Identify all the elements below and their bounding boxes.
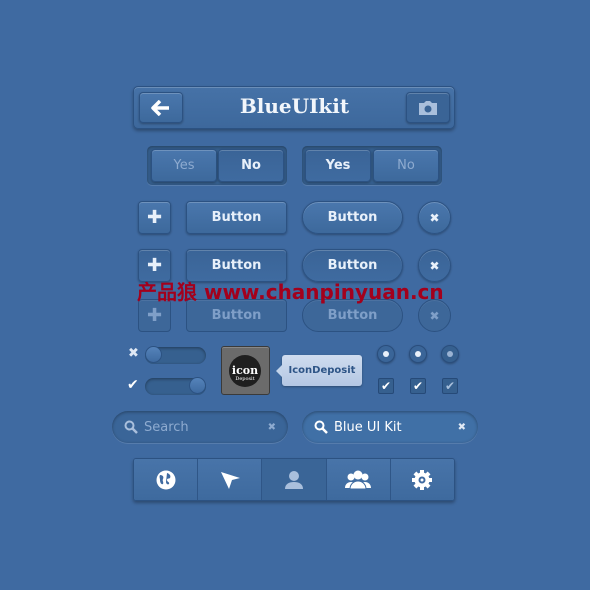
paper-plane-icon xyxy=(220,471,240,489)
tab-send[interactable] xyxy=(198,459,263,500)
arrow-left-icon xyxy=(151,99,169,116)
check-icon: ✔ xyxy=(127,377,139,393)
user-icon xyxy=(285,470,303,489)
toggle-on[interactable] xyxy=(145,377,206,395)
watermark: 产品狼 www.chanpinyuan.cn xyxy=(137,280,444,304)
plus-icon: ✚ xyxy=(146,207,163,228)
gear-icon xyxy=(412,469,433,490)
toggle-off[interactable] xyxy=(145,346,206,364)
radio-2[interactable] xyxy=(409,345,427,363)
clear-icon[interactable]: ✖ xyxy=(458,422,466,433)
search-field-filled[interactable]: Blue UI Kit ✖ xyxy=(302,411,478,443)
tab-profile[interactable] xyxy=(262,459,327,500)
segment-no[interactable]: No xyxy=(218,149,284,182)
search-icon xyxy=(314,420,328,434)
icon-deposit-logo: icon Deposit xyxy=(221,346,270,395)
clear-icon[interactable]: ✖ xyxy=(268,422,276,433)
radio-1[interactable] xyxy=(377,345,395,363)
checkbox-3[interactable]: ✔ xyxy=(442,378,458,394)
tab-group[interactable] xyxy=(326,459,391,500)
globe-icon xyxy=(156,470,176,489)
add-button[interactable]: ✚ xyxy=(138,201,171,234)
checkbox-1[interactable]: ✔ xyxy=(378,378,394,394)
search-input[interactable]: Blue UI Kit xyxy=(334,420,458,435)
plus-icon: ✚ xyxy=(146,305,163,326)
close-icon: ✖ xyxy=(429,210,440,225)
camera-icon xyxy=(419,100,437,115)
users-icon xyxy=(345,470,372,489)
pill-button[interactable]: Button xyxy=(302,201,403,234)
close-icon: ✖ xyxy=(429,308,440,323)
x-icon: ✖ xyxy=(128,346,139,361)
tooltip-text: IconDeposit xyxy=(288,365,356,376)
segment-yes[interactable]: Yes xyxy=(151,149,217,182)
segment-yes[interactable]: Yes xyxy=(305,149,371,182)
search-input[interactable]: Search xyxy=(144,420,268,435)
tooltip-arrow xyxy=(276,365,282,377)
tab-globe[interactable] xyxy=(134,459,199,500)
button[interactable]: Button xyxy=(186,201,287,234)
search-field-empty[interactable]: Search ✖ xyxy=(112,411,288,443)
page-title: BlueUIkit xyxy=(239,94,350,118)
radio-3[interactable] xyxy=(441,345,459,363)
segment-no[interactable]: No xyxy=(373,149,439,182)
back-button[interactable] xyxy=(139,92,183,123)
camera-button[interactable] xyxy=(406,92,450,123)
tab-bar xyxy=(133,458,455,501)
svg-text:Deposit: Deposit xyxy=(235,376,254,382)
tooltip: IconDeposit xyxy=(282,355,362,386)
search-icon xyxy=(124,420,138,434)
tab-settings[interactable] xyxy=(390,459,454,500)
plus-icon: ✚ xyxy=(146,255,163,276)
close-icon: ✖ xyxy=(429,258,440,273)
close-button[interactable]: ✖ xyxy=(418,201,451,234)
checkbox-2[interactable]: ✔ xyxy=(410,378,426,394)
